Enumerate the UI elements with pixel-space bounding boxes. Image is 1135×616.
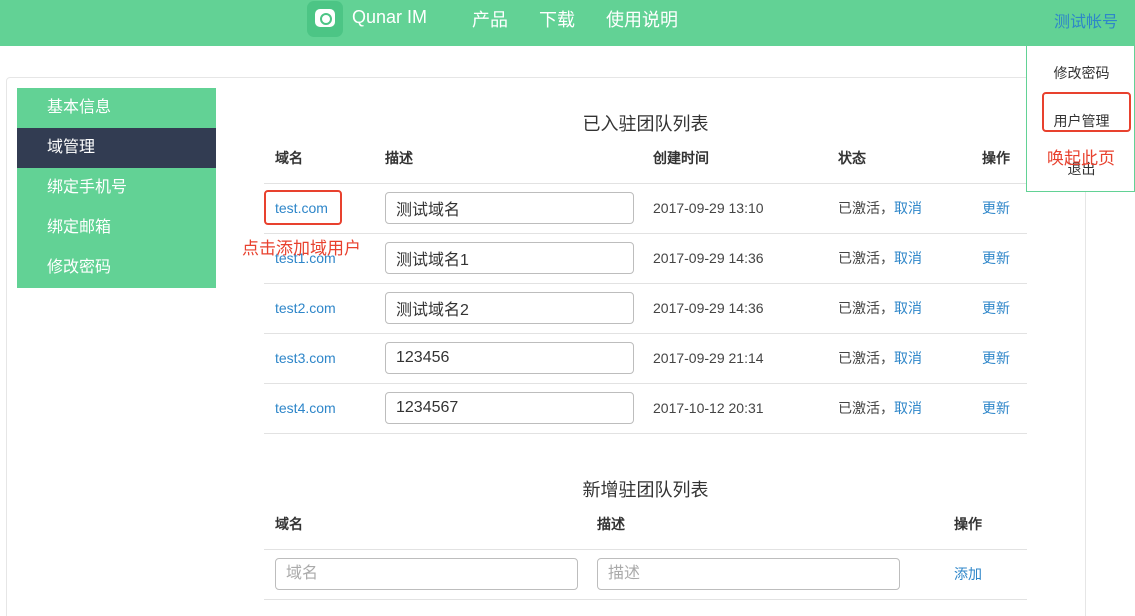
sidebar-item-basic-info[interactable]: 基本信息 bbox=[17, 88, 216, 128]
status-text: 已激活， bbox=[838, 350, 894, 366]
description-input[interactable] bbox=[385, 392, 634, 424]
top-nav-bar: Qunar IM 产品 下载 使用说明 测试帐号 bbox=[0, 0, 1135, 46]
description-input[interactable] bbox=[385, 242, 634, 274]
column-header-created: 创建时间 bbox=[642, 133, 827, 184]
update-link[interactable]: 更新 bbox=[982, 350, 1010, 366]
column-header-description: 描述 bbox=[586, 499, 943, 550]
created-time: 2017-09-29 14:36 bbox=[642, 283, 827, 334]
domain-link[interactable]: test4.com bbox=[275, 400, 336, 416]
description-input[interactable] bbox=[385, 292, 634, 324]
nav-products[interactable]: 产品 bbox=[472, 6, 508, 32]
cancel-link[interactable]: 取消 bbox=[894, 200, 922, 216]
joined-teams-table: 域名 描述 创建时间 状态 操作 test.com 2017-09-29 13:… bbox=[264, 133, 1027, 434]
update-link[interactable]: 更新 bbox=[982, 400, 1010, 416]
update-link[interactable]: 更新 bbox=[982, 250, 1010, 266]
table-row: test4.com 2017-10-12 20:31 已激活，取消 更新 bbox=[264, 383, 1027, 434]
nav-download[interactable]: 下载 bbox=[539, 6, 575, 32]
table-row: test3.com 2017-09-29 21:14 已激活，取消 更新 bbox=[264, 333, 1027, 384]
created-time: 2017-09-29 21:14 bbox=[642, 333, 827, 384]
status-text: 已激活， bbox=[838, 200, 894, 216]
description-input[interactable] bbox=[385, 342, 634, 374]
annotation-click-add: 点击添加域用户 bbox=[242, 239, 361, 258]
cancel-link[interactable]: 取消 bbox=[894, 350, 922, 366]
description-input[interactable] bbox=[385, 192, 634, 224]
column-header-domain: 域名 bbox=[264, 133, 374, 184]
brand-name[interactable]: Qunar IM bbox=[352, 7, 427, 28]
column-header-description: 描述 bbox=[374, 133, 642, 184]
status-text: 已激活， bbox=[838, 400, 894, 416]
sidebar-item-change-password[interactable]: 修改密码 bbox=[17, 248, 216, 288]
column-header-status: 状态 bbox=[827, 133, 971, 184]
sidebar-item-domain-management[interactable]: 域管理 bbox=[17, 128, 216, 168]
created-time: 2017-09-29 13:10 bbox=[642, 183, 827, 234]
update-link[interactable]: 更新 bbox=[982, 300, 1010, 316]
new-domain-input[interactable] bbox=[275, 558, 578, 590]
created-time: 2017-10-12 20:31 bbox=[642, 383, 827, 434]
domain-link[interactable]: test3.com bbox=[275, 350, 336, 366]
sidebar: 基本信息 域管理 绑定手机号 绑定邮箱 修改密码 bbox=[17, 88, 216, 288]
new-description-input[interactable] bbox=[597, 558, 900, 590]
annotation-box-user-management bbox=[1042, 92, 1131, 132]
created-time: 2017-09-29 14:36 bbox=[642, 233, 827, 284]
account-menu-link[interactable]: 测试帐号 bbox=[1054, 8, 1118, 32]
sidebar-item-bind-email[interactable]: 绑定邮箱 bbox=[17, 208, 216, 248]
add-link[interactable]: 添加 bbox=[954, 566, 982, 582]
nav-guide[interactable]: 使用说明 bbox=[606, 6, 678, 32]
annotation-box-domain bbox=[264, 190, 342, 225]
status-text: 已激活， bbox=[838, 300, 894, 316]
table-row: test.com 2017-09-29 13:10 已激活，取消 更新 bbox=[264, 183, 1027, 234]
table-row: 添加 bbox=[264, 549, 1027, 600]
cancel-link[interactable]: 取消 bbox=[894, 400, 922, 416]
column-header-domain: 域名 bbox=[264, 499, 586, 550]
cancel-link[interactable]: 取消 bbox=[894, 250, 922, 266]
app-logo-icon[interactable] bbox=[307, 1, 343, 37]
status-text: 已激活， bbox=[838, 250, 894, 266]
domain-link[interactable]: test2.com bbox=[275, 300, 336, 316]
update-link[interactable]: 更新 bbox=[982, 200, 1010, 216]
sidebar-item-bind-phone[interactable]: 绑定手机号 bbox=[17, 168, 216, 208]
cancel-link[interactable]: 取消 bbox=[894, 300, 922, 316]
table-row: test1.com 2017-09-29 14:36 已激活，取消 更新 bbox=[264, 233, 1027, 284]
column-header-action: 操作 bbox=[943, 499, 1027, 550]
annotation-open-page: 唤起此页 bbox=[1047, 149, 1115, 168]
table-row: test2.com 2017-09-29 14:36 已激活，取消 更新 bbox=[264, 283, 1027, 334]
new-teams-table: 域名 描述 操作 添加 bbox=[264, 499, 1027, 600]
dropdown-item-change-password[interactable]: 修改密码 bbox=[1027, 63, 1135, 83]
column-header-action: 操作 bbox=[971, 133, 1027, 184]
